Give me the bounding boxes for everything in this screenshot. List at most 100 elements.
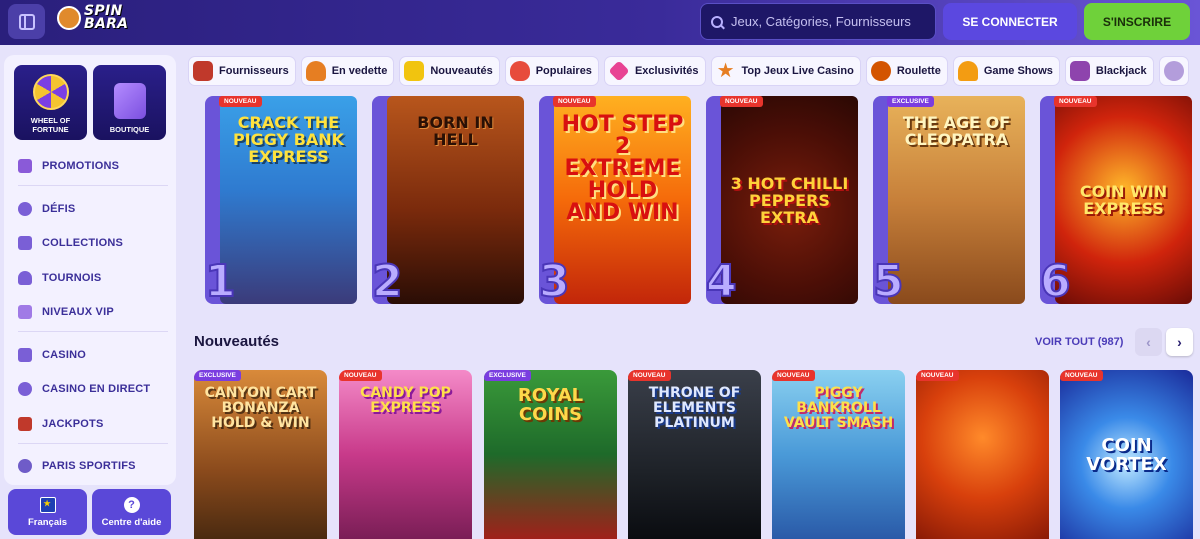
new-badge: NOUVEAU <box>1060 370 1103 381</box>
sidebar-item-niveaux-vip[interactable]: NIVEAUX VIP <box>18 305 114 319</box>
game-card[interactable]: NOUVEAU THRONE OF ELEMENTS PLATINUM <box>628 370 761 539</box>
login-button[interactable]: SE CONNECTER <box>943 3 1077 40</box>
carousel-prev-button[interactable]: ‹ <box>1135 328 1162 356</box>
category-exclusivites[interactable]: Exclusivités <box>603 56 706 86</box>
cards-icon <box>18 236 32 250</box>
category-top-jeux-live-casino[interactable]: ★ Top Jeux Live Casino <box>710 56 861 86</box>
game-thumbnail: COIN WIN EXPRESS <box>1055 96 1192 304</box>
sidebar-item-label: PROMOTIONS <box>42 160 120 172</box>
top-header: SPIN BARA SE CONNECTER S'INSCRIRE <box>0 0 1200 45</box>
new-badge: NOUVEAU <box>720 96 763 107</box>
game-title: THRONE OF ELEMENTS PLATINUM <box>648 385 741 431</box>
site-logo[interactable]: SPIN BARA <box>57 4 128 31</box>
top-game-card[interactable]: BORN IN HELL 2 <box>371 96 524 307</box>
game-thumbnail: HOT STEP 2 EXTREME HOLD AND WIN <box>554 96 691 304</box>
sidebar-item-label: NIVEAUX VIP <box>42 306 114 318</box>
category-populaires[interactable]: Populaires <box>504 56 599 86</box>
game-card[interactable]: EXCLUSIVE CANYON CART BONANZA HOLD & WIN <box>194 370 327 539</box>
category-nouveautes[interactable]: Nouveautés <box>399 56 500 86</box>
wheel-of-fortune-tile[interactable]: WHEEL OF FORTUNE <box>14 65 87 140</box>
exclusive-badge: EXCLUSIVE <box>194 370 241 381</box>
shopping-bag-icon <box>113 83 146 119</box>
sidebar-panel-icon <box>18 13 35 30</box>
sidebar-item-label: PARIS SPORTIFS <box>42 460 136 472</box>
chevron-left-icon: ‹ <box>1146 334 1151 350</box>
top-game-card[interactable]: CRACK THE PIGGY BANK EXPRESS NOUVEAU 1 <box>204 96 357 307</box>
sidebar-toggle-button[interactable] <box>8 4 45 39</box>
top-game-card[interactable]: THE AGE OF CLEOPATRA EXCLUSIVE 5 <box>872 96 1025 305</box>
sidebar-item-defis[interactable]: DÉFIS <box>18 202 75 216</box>
category-label: Game Shows <box>983 65 1053 77</box>
game-card[interactable]: NOUVEAU PIGGY BANKROLL VAULT SMASH <box>772 370 905 539</box>
new-badge: NOUVEAU <box>1054 96 1097 107</box>
category-blackjack[interactable]: Blackjack <box>1064 56 1154 86</box>
sidebar-item-label: DÉFIS <box>42 203 76 215</box>
hand-icon <box>404 61 425 81</box>
carousel-next-button[interactable]: › <box>1166 328 1193 356</box>
game-card[interactable]: NOUVEAU <box>916 370 1049 539</box>
sidebar-item-casino[interactable]: CASINO <box>18 348 86 362</box>
search-input[interactable] <box>731 14 921 29</box>
game-title: COIN WIN EXPRESS <box>1079 182 1168 218</box>
category-en-vedette[interactable]: En vedette <box>300 56 395 86</box>
game-title: 3 HOT CHILLI PEPPERS EXTRA <box>730 173 849 227</box>
eu-flag-icon <box>39 496 56 513</box>
game-title <box>977 386 989 539</box>
game-title: COIN VORTEX <box>1086 434 1167 475</box>
category-label: Exclusivités <box>634 65 699 77</box>
sidebar-item-collections[interactable]: COLLECTIONS <box>18 236 123 250</box>
new-badge: NOUVEAU <box>628 370 671 381</box>
roulette-icon <box>870 61 891 81</box>
game-card[interactable]: EXCLUSIVE ROYAL COINS <box>484 370 617 539</box>
book-icon <box>193 61 213 81</box>
game-title: CANYON CART BONANZA HOLD & WIN <box>204 385 317 431</box>
category-label: Blackjack <box>1095 65 1147 77</box>
game-card[interactable]: NOUVEAU COIN VORTEX <box>1060 370 1193 539</box>
game-thumbnail: THE AGE OF CLEOPATRA <box>888 96 1025 304</box>
sidebar-item-jackpots[interactable]: JACKPOTS <box>18 417 104 431</box>
sidebar-item-casino-en-direct[interactable]: CASINO EN DIRECT <box>18 382 150 396</box>
crown-icon <box>18 305 32 319</box>
category-label: Nouveautés <box>430 65 493 77</box>
language-button[interactable]: Français <box>8 489 87 535</box>
sidebar-item-label: JACKPOTS <box>42 418 104 430</box>
category-label: En vedette <box>331 65 388 77</box>
playing-card-icon <box>1069 61 1090 81</box>
category-fournisseurs[interactable]: Fournisseurs <box>188 56 296 86</box>
wheel-icon <box>32 74 69 110</box>
game-title: PIGGY BANKROLL VAULT SMASH <box>783 385 894 431</box>
sidebar-item-label: CASINO EN DIRECT <box>42 383 151 395</box>
sidebar: WHEEL OF FORTUNE BOUTIQUE PROMOTIONS DÉF… <box>4 55 176 485</box>
rank-number: 2 <box>371 256 404 307</box>
category-more[interactable] <box>1158 56 1189 86</box>
top-game-card[interactable]: HOT STEP 2 EXTREME HOLD AND WIN NOUVEAU … <box>538 96 691 305</box>
category-label: Top Jeux Live Casino <box>741 65 854 77</box>
game-title: CANDY POP EXPRESS <box>360 385 451 416</box>
help-center-button[interactable]: ? Centre d'aide <box>92 489 171 535</box>
game-card[interactable]: NOUVEAU CANDY POP EXPRESS <box>339 370 472 539</box>
new-badge: NOUVEAU <box>772 370 815 381</box>
category-game-shows[interactable]: Game Shows <box>952 56 1060 86</box>
new-badge: NOUVEAU <box>916 370 959 381</box>
sidebar-item-paris-sportifs[interactable]: PARIS SPORTIFS <box>18 459 136 473</box>
new-badge: NOUVEAU <box>339 370 382 381</box>
search-box[interactable] <box>700 3 936 40</box>
football-icon <box>18 459 32 473</box>
register-button[interactable]: S'INSCRIRE <box>1084 3 1190 40</box>
casino-icon <box>18 348 32 362</box>
see-all-link[interactable]: VOIR TOUT (987) <box>1035 336 1123 348</box>
sidebar-divider <box>18 443 168 444</box>
category-label: Roulette <box>896 65 941 77</box>
top-game-card[interactable]: 3 HOT CHILLI PEPPERS EXTRA NOUVEAU 4 <box>705 96 858 305</box>
sidebar-item-promotions[interactable]: PROMOTIONS <box>18 159 119 173</box>
top-game-card[interactable]: COIN WIN EXPRESS NOUVEAU 6 <box>1039 96 1192 305</box>
search-icon <box>711 15 723 28</box>
sidebar-item-tournois[interactable]: TOURNOIS <box>18 271 101 285</box>
exclusive-badge: EXCLUSIVE <box>484 370 531 381</box>
sidebar-divider <box>18 331 168 332</box>
diamond-icon <box>608 60 630 82</box>
category-roulette[interactable]: Roulette <box>865 56 948 86</box>
boutique-tile[interactable]: BOUTIQUE <box>93 65 166 140</box>
game-thumbnail: BORN IN HELL <box>387 96 524 304</box>
rank-number: 1 <box>204 256 237 307</box>
